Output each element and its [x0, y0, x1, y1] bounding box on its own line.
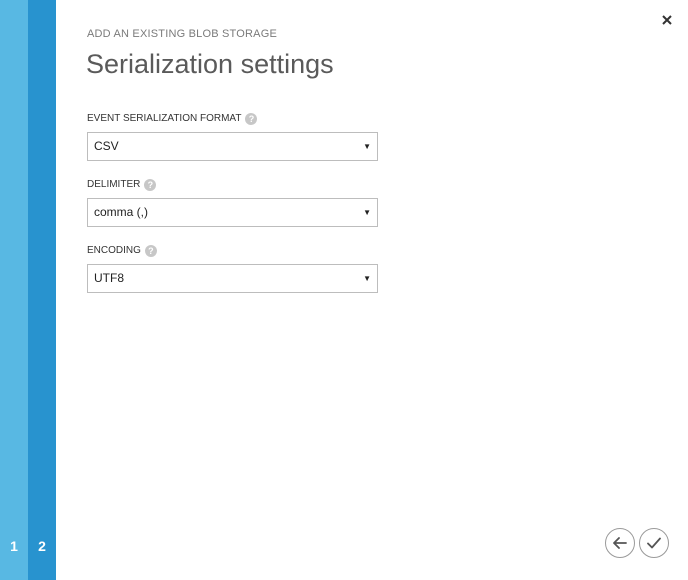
- event-serialization-format-value: CSV: [94, 139, 119, 153]
- event-serialization-format-field: EVENT SERIALIZATION FORMAT ? CSV ▼: [87, 112, 378, 161]
- help-icon[interactable]: ?: [144, 179, 157, 191]
- encoding-select[interactable]: UTF8 ▼: [87, 264, 378, 293]
- dropdown-arrow-icon: ▼: [363, 274, 371, 283]
- wizard-step-2[interactable]: 2: [28, 0, 56, 580]
- event-serialization-format-label: EVENT SERIALIZATION FORMAT: [87, 113, 242, 124]
- event-serialization-format-select[interactable]: CSV ▼: [87, 132, 378, 161]
- page-title: Serialization settings: [86, 49, 334, 79]
- dropdown-arrow-icon: ▼: [363, 142, 371, 151]
- close-button[interactable]: [658, 10, 676, 28]
- page-subtitle: ADD AN EXISTING BLOB STORAGE: [87, 28, 278, 40]
- help-icon[interactable]: ?: [144, 245, 157, 257]
- wizard-step-1-number: 1: [10, 538, 18, 554]
- wizard-step-1[interactable]: 1: [0, 0, 28, 580]
- delimiter-value: comma (,): [94, 205, 148, 219]
- encoding-value: UTF8: [94, 271, 124, 285]
- close-icon: [662, 15, 672, 25]
- delimiter-label: DELIMITER: [87, 179, 141, 190]
- dropdown-arrow-icon: ▼: [363, 208, 371, 217]
- wizard-step-2-number: 2: [38, 538, 46, 554]
- complete-button[interactable]: [639, 528, 669, 558]
- encoding-field: ENCODING ? UTF8 ▼: [87, 244, 378, 293]
- back-button[interactable]: [605, 528, 635, 558]
- arrow-left-icon: [613, 537, 627, 549]
- help-icon[interactable]: ?: [245, 113, 258, 125]
- checkmark-icon: [647, 537, 661, 549]
- delimiter-field: DELIMITER ? comma (,) ▼: [87, 178, 378, 227]
- wizard-step-rail: 1 2: [0, 0, 56, 580]
- delimiter-select[interactable]: comma (,) ▼: [87, 198, 378, 227]
- encoding-label: ENCODING: [87, 245, 141, 256]
